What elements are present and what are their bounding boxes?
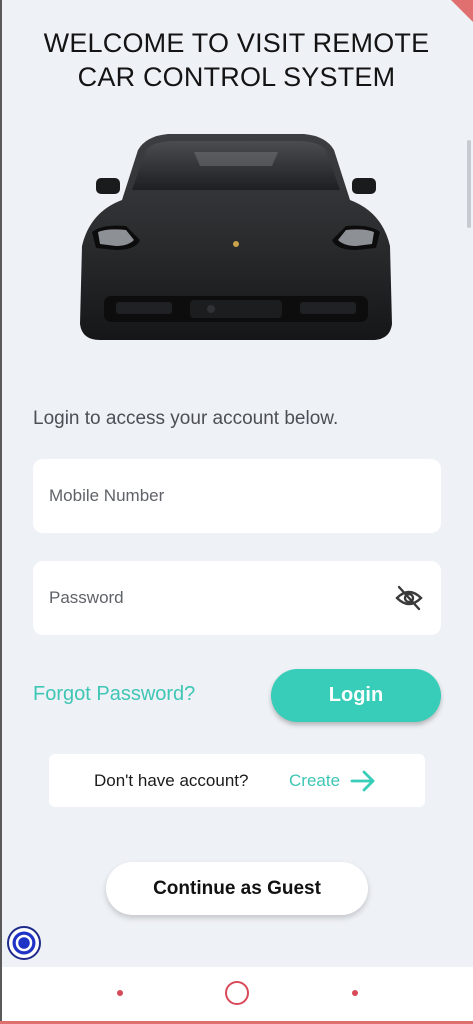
corner-decoration [451, 0, 473, 22]
window-frame-left [0, 0, 2, 1024]
home-circle-icon[interactable] [225, 981, 249, 1005]
mobile-number-input[interactable] [33, 459, 441, 533]
recents-dot-icon[interactable] [352, 990, 358, 996]
login-button[interactable]: Login [271, 669, 441, 722]
arrow-right-icon[interactable] [349, 768, 377, 794]
system-navigation-bar [2, 967, 473, 1021]
accessibility-shortcut-icon[interactable] [6, 925, 42, 961]
no-account-text: Don't have account? [94, 771, 249, 790]
create-account-link[interactable]: Create [289, 771, 340, 791]
login-subtitle: Login to access your account below. [33, 408, 339, 429]
signup-card: Don't have account? Create [49, 754, 425, 807]
password-input[interactable] [33, 561, 441, 635]
page-title: WELCOME TO VISIT REMOTE CAR CONTROL SYST… [43, 28, 430, 92]
forgot-password-link[interactable]: Forgot Password? [33, 683, 195, 706]
car-image [80, 134, 392, 340]
eye-off-icon[interactable] [395, 585, 423, 611]
back-dot-icon[interactable] [117, 990, 123, 996]
scrollbar-thumb[interactable] [467, 140, 471, 228]
continue-as-guest-button[interactable]: Continue as Guest [106, 862, 368, 915]
